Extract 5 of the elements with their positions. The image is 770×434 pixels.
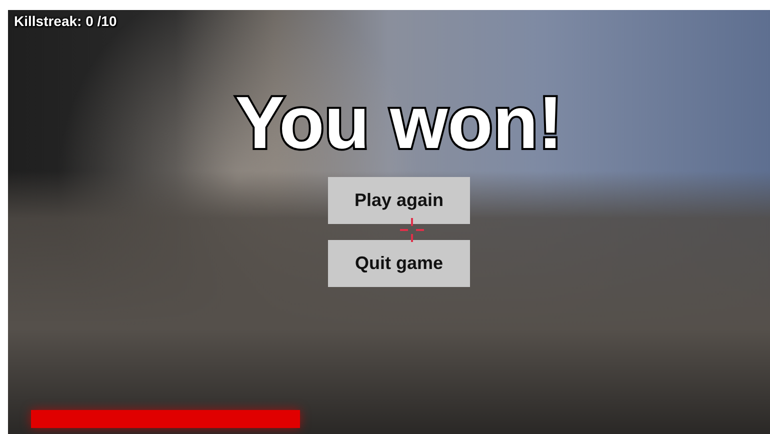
victory-title: You won! — [234, 85, 563, 161]
killstreak-counter: Killstreak: 0 /10 — [14, 13, 117, 29]
crosshair-icon — [399, 217, 425, 243]
menu-button[interactable]: Play again — [328, 177, 470, 224]
menu-button[interactable]: Quit game — [328, 240, 470, 287]
